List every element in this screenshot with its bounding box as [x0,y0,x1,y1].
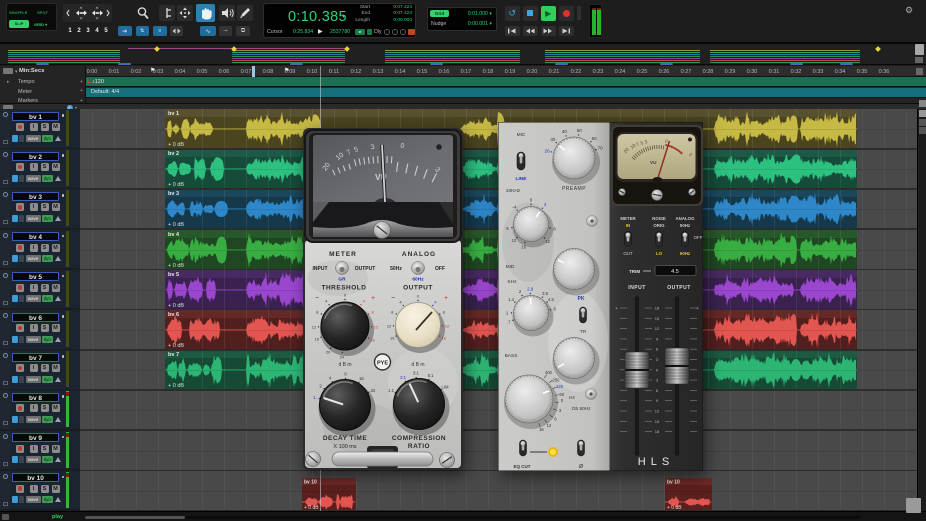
svg-text:Ø: Ø [579,464,584,470]
svg-text:40: 40 [562,129,568,134]
svg-text:60Hz: 60Hz [412,277,424,283]
svg-text:15: 15 [655,316,660,321]
svg-text:bv 10: bv 10 [304,479,317,485]
svg-text:NOISE: NOISE [652,216,666,221]
svg-text:ANALOG: ANALOG [675,216,695,221]
svg-text:250: 250 [553,378,561,383]
svg-text:120: 120 [556,384,564,389]
svg-text:TRIM: TRIM [629,269,640,274]
svg-text:+: + [696,306,699,312]
svg-text:INPUT: INPUT [628,285,646,291]
svg-text:OUTPUT: OUTPUT [667,285,691,291]
svg-text:X 100 ms: X 100 ms [333,444,356,450]
svg-text:OUT: OUT [623,251,633,256]
svg-text:+: + [371,295,375,302]
svg-text:OFF: OFF [435,266,445,272]
svg-text:Hz: Hz [569,395,575,401]
svg-text:EQ CUT: EQ CUT [513,464,530,469]
svg-text:10KHz: 10KHz [506,188,521,194]
svg-text:MID: MID [506,264,515,270]
svg-text:12: 12 [655,326,660,331]
svg-text:OFF: OFF [694,235,703,240]
svg-text:PREAMP: PREAMP [562,186,586,192]
svg-text:LIM: LIM [442,385,449,390]
svg-text:ORIG: ORIG [653,223,665,228]
svg-text:bv 7: bv 7 [168,352,179,358]
svg-text:bv 6: bv 6 [168,312,179,318]
svg-text:d B m: d B m [411,362,424,368]
svg-text:PYE: PYE [377,361,388,367]
svg-text:50: 50 [577,128,583,133]
svg-text:16: 16 [315,337,320,342]
svg-text:400: 400 [545,370,553,375]
svg-text:VU: VU [650,160,657,165]
svg-text:+: + [444,295,448,302]
svg-text:60Hz: 60Hz [680,251,691,256]
svg-text:60: 60 [592,136,598,141]
svg-text:bv 3: bv 3 [168,191,179,197]
svg-text:OUTPUT: OUTPUT [355,266,376,272]
svg-text:4.5: 4.5 [671,269,679,275]
svg-text:−4: −4 [512,205,517,210]
svg-text:HLS: HLS [638,456,674,468]
svg-text:−: − [315,295,319,302]
svg-text:3:1: 3:1 [413,371,419,376]
svg-text:1.: 1. [313,395,317,400]
svg-text:5:1: 5:1 [428,373,434,378]
svg-text:60: 60 [559,392,564,397]
svg-text:2.8: 2.8 [527,287,533,292]
svg-text:RATIO: RATIO [408,443,430,450]
svg-text:INPUT: INPUT [313,266,328,272]
svg-text:PK: PK [578,296,585,302]
svg-text:GR: GR [338,277,346,283]
svg-text:ANALOG: ANALOG [402,251,436,258]
svg-text:d B m: d B m [338,362,351,368]
svg-text:18: 18 [655,306,660,311]
svg-text:16: 16 [539,427,544,432]
svg-text:.32: .32 [369,388,375,393]
svg-text:1.4: 1.4 [508,297,514,302]
svg-text:12: 12 [387,324,392,329]
svg-text:DECAY TIME: DECAY TIME [323,435,368,442]
svg-text:+: + [615,306,618,312]
svg-text:LINE: LINE [516,176,528,182]
svg-text:COMPRESSION: COMPRESSION [392,435,446,442]
svg-text:12: 12 [445,324,450,329]
svg-text:LO: LO [656,251,663,256]
svg-text:12: 12 [655,409,660,414]
svg-text:12: 12 [511,238,516,243]
svg-text:KHz: KHz [507,279,517,285]
svg-text:IN: IN [626,223,630,228]
svg-text:50Hz: 50Hz [680,223,691,228]
svg-text:OUTPUT: OUTPUT [403,285,433,292]
svg-text:12: 12 [312,325,317,330]
svg-text:bv 2: bv 2 [168,151,179,157]
svg-text:4.5: 4.5 [548,297,554,302]
svg-text:bv 5: bv 5 [168,272,179,278]
svg-text:THRESHOLD: THRESHOLD [322,285,367,292]
svg-text:bv 1: bv 1 [168,111,179,117]
svg-text:METER: METER [329,251,357,258]
svg-text:TR: TR [580,329,587,335]
svg-text:bv 10: bv 10 [667,479,680,485]
svg-text:1.1: 1.1 [388,388,394,393]
svg-text:70: 70 [598,146,604,151]
svg-text:16: 16 [390,336,395,341]
svg-text:20: 20 [544,148,550,153]
svg-text:bv 4: bv 4 [168,232,180,238]
svg-text:12: 12 [374,325,379,330]
svg-text:30: 30 [550,137,556,142]
svg-text:50Hz: 50Hz [390,266,402,272]
svg-text:15: 15 [655,419,660,424]
svg-text:−: − [391,295,395,302]
svg-text:2:1: 2:1 [400,375,406,380]
svg-text:BASS: BASS [505,353,518,359]
svg-text:METER: METER [620,216,636,221]
svg-text:Db 50Hz: Db 50Hz [572,406,591,412]
svg-text:MIC: MIC [517,132,526,138]
svg-text:16: 16 [359,376,364,381]
svg-text:18: 18 [655,429,660,434]
svg-text:3.5: 3.5 [542,291,548,296]
